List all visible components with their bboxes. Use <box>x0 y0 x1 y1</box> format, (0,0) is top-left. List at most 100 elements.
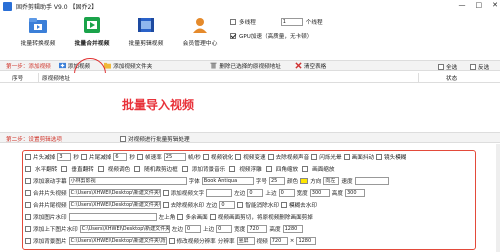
invert-label: 反选 <box>478 65 490 71</box>
convert-video-button[interactable]: 批量转换视频 <box>8 14 68 47</box>
pic-left-input[interactable]: 0 <box>184 224 201 233</box>
text-input[interactable] <box>206 188 233 197</box>
res-height-input[interactable]: 1280 <box>296 236 317 245</box>
flash-checkbox[interactable] <box>311 153 318 160</box>
options-scrollbar[interactable] <box>496 144 500 252</box>
top-label: 上边 <box>265 190 277 197</box>
gpu-checkbox[interactable] <box>230 33 236 39</box>
color-swatch[interactable] <box>300 177 309 184</box>
merge-head-checkbox[interactable] <box>25 189 31 196</box>
cut-head-checkbox[interactable] <box>25 153 31 160</box>
pic-top-input[interactable]: 0 <box>216 224 233 233</box>
res-width-input[interactable]: 720 <box>269 236 288 245</box>
cut-tail-checkbox[interactable] <box>81 153 87 160</box>
res-video-label: 视频 <box>256 238 268 245</box>
add-folder-button[interactable]: 添加视频文件夹 <box>104 62 152 70</box>
delete-selected-button[interactable]: 删除已选择的原视频地址 <box>210 62 281 70</box>
zoom-label: 画面缩放 <box>312 166 335 173</box>
pic-height-input[interactable]: 1280 <box>282 224 303 233</box>
size-select[interactable]: 25 <box>268 176 285 185</box>
height-label: 高度 <box>331 190 343 197</box>
pic-path-input[interactable]: C:\Users\XHWEI\Desktop\新建文件夹\水印.png <box>79 224 170 233</box>
add-text-checkbox[interactable] <box>162 189 169 196</box>
width-input[interactable]: 300 <box>309 188 330 197</box>
bg-image-checkbox[interactable] <box>25 237 31 244</box>
options-row-3: 添加滚动字幕 小林剪影视 字体 Book Antiqua 字号 25 颜色 方向… <box>25 176 389 185</box>
wm-left-input[interactable]: 0 <box>219 200 236 209</box>
member-center-label: 会员管理中心 <box>182 41 218 47</box>
step2-hint-group: 对视频进行批量剪辑处理 <box>120 135 190 143</box>
top-input[interactable]: 0 <box>278 188 295 197</box>
mute-checkbox[interactable] <box>267 153 274 160</box>
shake-checkbox[interactable] <box>343 153 350 160</box>
blur-remove-checkbox[interactable] <box>280 201 287 208</box>
cut-tail-input[interactable]: 6 <box>113 152 128 161</box>
direction-select[interactable]: 向左 <box>323 176 340 185</box>
watermark-position[interactable]: 左上角 <box>159 213 176 221</box>
speed-slider[interactable] <box>354 176 389 185</box>
head-path-input[interactable]: C:\Users\XHWEI\Desktop\新建文件夹\片头.mp4 <box>68 188 161 197</box>
thread-count-input[interactable]: 1 <box>280 18 303 26</box>
main-toolbar: 批量转换视频 批量合并视频 批量剪辑视频 会员管理中心 多线程 1 个线程 GP… <box>0 12 500 56</box>
fps-checkbox[interactable] <box>137 153 143 160</box>
title-bar: 固乔剪辑助手 V9.0 【固乔2】 — □ ✕ <box>0 0 500 12</box>
multithread-checkbox[interactable] <box>230 19 236 25</box>
select-all-button[interactable]: 全选 <box>438 63 457 71</box>
video-list[interactable] <box>0 83 500 130</box>
member-center-button[interactable]: 会员管理中心 <box>170 14 230 47</box>
fps-input[interactable]: 25 <box>163 152 186 161</box>
maximize-button[interactable]: □ <box>476 1 483 9</box>
watermark-path-input[interactable] <box>68 212 157 221</box>
gpu-group: GPU加速（高质量，无卡顿） <box>230 32 312 40</box>
fps-unit: 帧/秒 <box>187 154 201 161</box>
corner-zoom-checkbox[interactable] <box>265 165 272 172</box>
invert-checkbox <box>470 64 476 70</box>
repeat-checkbox[interactable] <box>177 213 184 220</box>
app-icon <box>3 1 12 11</box>
options-row-2: 水平翻转 垂直翻转 视频调色 随机裁剪边框 添加背景音乐 视频浮雕 四角缩放 画… <box>25 164 335 173</box>
color-adjust-checkbox[interactable] <box>97 165 104 172</box>
left-input[interactable]: 0 <box>247 188 264 197</box>
bgmusic-checkbox[interactable] <box>181 165 188 172</box>
blur-checkbox[interactable] <box>376 153 383 160</box>
cut-head-label: 片头减掉 <box>33 154 56 161</box>
random-crop-checkbox[interactable] <box>134 165 141 172</box>
speed-checkbox[interactable] <box>235 153 242 160</box>
flash-label: 闪烁光晕 <box>319 154 342 161</box>
close-button[interactable]: ✕ <box>492 1 498 9</box>
pic-watermark-checkbox[interactable] <box>25 225 31 232</box>
smart-remove-checkbox[interactable] <box>237 201 244 208</box>
res-select[interactable]: 竖屏 <box>236 236 255 245</box>
merge-video-button[interactable]: 批量合并视频 <box>62 14 122 47</box>
crop-border-checkbox[interactable] <box>209 213 216 220</box>
pic-height-label: 高度 <box>269 226 281 233</box>
tail-path-input[interactable]: C:\Users\XHWEI\Desktop\新建文件夹\片尾.mp4 <box>68 200 161 209</box>
step2-checkbox[interactable] <box>120 136 126 142</box>
height-input[interactable]: 300 <box>344 188 365 197</box>
bg-path-input[interactable]: C:\Users\XHWEI\Desktop\新建文件夹\背景.jpg <box>68 236 167 245</box>
sharpen-checkbox[interactable] <box>202 153 209 160</box>
options-row-7: 添加上下图片水印 C:\Users\XHWEI\Desktop\新建文件夹\水印… <box>25 224 303 233</box>
gpu-label: GPU加速（高质量，无卡顿） <box>239 34 313 40</box>
merge-tail-checkbox[interactable] <box>25 201 31 208</box>
minimize-button[interactable]: — <box>459 1 466 9</box>
mirror-checkbox[interactable] <box>25 165 31 172</box>
clear-list-button[interactable]: 清空表格 <box>295 62 326 70</box>
change-res-checkbox[interactable] <box>168 237 175 244</box>
multithread-label: 多线程 <box>239 20 256 26</box>
invert-selection-button[interactable]: 反选 <box>470 63 489 71</box>
scroll-text-checkbox[interactable] <box>25 177 31 184</box>
scroll-text-input[interactable]: 小林剪影视 <box>68 176 187 185</box>
pic-width-input[interactable]: 720 <box>247 224 268 233</box>
folder-icon <box>28 14 48 36</box>
edit-video-button[interactable]: 批量剪辑视频 <box>116 14 176 47</box>
cut-head-input[interactable]: 3 <box>57 152 72 161</box>
zoom-checkbox[interactable] <box>302 165 309 172</box>
vflip-checkbox[interactable] <box>61 165 68 172</box>
emboss-checkbox[interactable] <box>229 165 236 172</box>
scroll-text-label: 添加滚动字幕 <box>33 178 67 185</box>
mirror-label: 水平翻转 <box>35 166 58 173</box>
font-select[interactable]: Book Antiqua <box>201 176 254 185</box>
add-watermark-checkbox[interactable] <box>25 213 31 220</box>
remove-watermark-checkbox[interactable] <box>162 201 169 208</box>
